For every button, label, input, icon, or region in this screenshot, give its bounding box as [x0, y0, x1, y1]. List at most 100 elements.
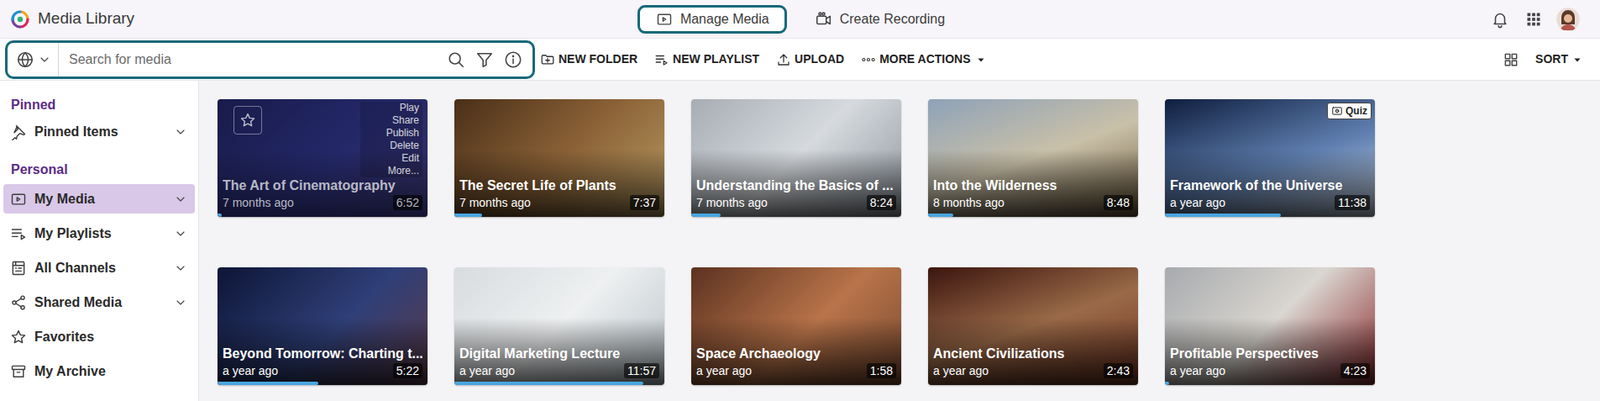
media-card[interactable]: Digital Marketing Lecturea year ago11:57 [454, 267, 665, 385]
media-title[interactable]: Beyond Tomorrow: Charting t... [222, 345, 423, 362]
sidebar-row: Pinned Items [0, 114, 199, 149]
progress-track [217, 213, 428, 217]
quiz-icon [1331, 104, 1343, 117]
media-title[interactable]: Space Archaeology [696, 345, 897, 362]
toolbar: NEW FOLDER NEW PLAYLIST UPLOAD MORE ACTIONS… [0, 38, 1600, 81]
star-icon[interactable] [233, 105, 263, 135]
action-label[interactable]: NEW PLAYLIST [672, 50, 760, 69]
sidebar-row: Shared Media [0, 284, 199, 320]
sidebar-label[interactable]: Shared Media [34, 292, 166, 313]
progress-fill [217, 381, 319, 385]
sidebar-item[interactable]: My Media [3, 183, 195, 214]
progress-fill [217, 213, 222, 217]
avatar-icon[interactable] [1556, 7, 1580, 32]
search-scope[interactable] [7, 42, 59, 77]
archive-icon [10, 362, 27, 380]
progress-fill [454, 381, 644, 385]
action-button[interactable]: MORE ACTIONS [860, 50, 985, 69]
sidebar-row: All Channels [0, 250, 199, 285]
action-button[interactable]: NEW FOLDER [540, 50, 638, 69]
playlist-icon [654, 52, 670, 68]
progress-track [454, 213, 665, 217]
progress-track [454, 381, 665, 385]
sidebar-item[interactable]: My Playlists [3, 218, 195, 248]
nav-tab-label[interactable]: Manage Media [680, 9, 770, 30]
media-card[interactable]: Beyond Tomorrow: Charting t...a year ago… [217, 267, 428, 385]
info-icon[interactable] [502, 48, 525, 71]
media-card[interactable]: Space Archaeologya year ago1:58 [691, 267, 902, 385]
chevron-down-icon[interactable] [173, 225, 189, 242]
media-card[interactable]: Into the Wilderness8 months ago8:48 [928, 99, 1139, 217]
star-icon [10, 328, 27, 346]
chevron-down-icon[interactable] [173, 260, 189, 276]
sidebar-item[interactable]: Shared Media [3, 287, 195, 317]
media-age: a year ago [222, 362, 279, 378]
media-title[interactable]: Understanding the Basics of ... [696, 177, 897, 195]
media-icon [10, 190, 27, 208]
upload-icon [776, 52, 792, 68]
sort-button[interactable]: SORT [1535, 50, 1582, 69]
chevron-down-icon[interactable] [173, 294, 189, 310]
search-input[interactable] [58, 42, 446, 77]
media-title[interactable]: The Secret Life of Plants [459, 177, 660, 195]
action-button[interactable]: NEW PLAYLIST [654, 50, 760, 69]
media-title[interactable]: The Art of Cinematography [222, 177, 423, 195]
filter-icon[interactable] [473, 48, 496, 71]
logo-icon[interactable] [10, 9, 31, 30]
action-label[interactable]: MORE ACTIONS [879, 50, 971, 69]
progress-fill [1164, 381, 1170, 385]
sidebar-row: Favorites [0, 319, 199, 354]
search-icon[interactable] [445, 48, 467, 71]
grid-view-icon[interactable] [1501, 50, 1521, 69]
media-card[interactable]: The Art of Cinematography7 months ago 6:5… [217, 99, 428, 217]
menu-item[interactable]: Share [392, 114, 420, 127]
nav-tab-label[interactable]: Create Recording [839, 9, 945, 30]
action-button[interactable]: UPLOAD [776, 50, 845, 69]
media-title[interactable]: Digital Marketing Lecture [459, 345, 660, 362]
sidebar-label[interactable]: My Media [34, 188, 166, 210]
sidebar-item[interactable]: All Channels [3, 252, 195, 283]
menu-item[interactable]: Play [399, 101, 420, 115]
sidebar-item[interactable]: My Archive [3, 356, 195, 386]
progress-track [217, 381, 428, 385]
sidebar-label[interactable]: My Archive [34, 361, 189, 382]
media-card[interactable]: The Secret Life of Plants7 months ago7:3… [454, 99, 665, 217]
sidebar-label[interactable]: Pinned Items [34, 121, 166, 142]
sidebar-label[interactable]: My Playlists [34, 223, 166, 244]
chevron-down-icon[interactable] [173, 191, 189, 207]
chevron-down-icon[interactable] [173, 124, 189, 140]
media-title[interactable]: Ancient Civilizations [933, 345, 1134, 362]
media-title[interactable]: Framework of the Universe [1169, 177, 1370, 195]
media-title[interactable]: Profitable Perspectives [1169, 345, 1370, 362]
nav-tab[interactable]: Create Recording [797, 5, 963, 34]
media-age: 7 months ago [222, 194, 294, 210]
menu-item[interactable]: Delete [389, 139, 420, 153]
menu-item[interactable]: Edit [401, 152, 420, 165]
sort-label[interactable]: SORT [1535, 50, 1569, 69]
progress-track [691, 213, 902, 217]
action-label[interactable]: UPLOAD [794, 50, 845, 69]
media-title[interactable]: Into the Wilderness [933, 177, 1134, 195]
nav-tab[interactable]: Manage Media [637, 5, 787, 34]
sidebar-label[interactable]: All Channels [34, 257, 166, 279]
media-card[interactable]: Profitable Perspectivesa year ago4:23 [1164, 267, 1375, 385]
sidebar-item[interactable]: Favorites [3, 321, 195, 352]
sidebar-heading: Pinned [0, 95, 199, 115]
media-duration: 6:52 [393, 194, 423, 210]
media-grid: The Art of Cinematography7 months ago 6:5… [199, 80, 1600, 401]
progress-fill [454, 213, 483, 217]
media-card[interactable]: Understanding the Basics of ...7 months … [691, 99, 902, 217]
menu-item[interactable]: Publish [386, 126, 420, 140]
quiz-badge: Quiz [1327, 102, 1372, 120]
actions: NEW FOLDER NEW PLAYLIST UPLOAD MORE ACTIONS [540, 50, 986, 69]
playlist-icon [10, 225, 27, 242]
bell-icon[interactable] [1489, 8, 1511, 31]
media-card[interactable]: Framework of the Universea year ago11:38… [1164, 99, 1375, 217]
apps-grid-icon[interactable] [1522, 8, 1545, 31]
media-card[interactable]: Ancient Civilizationsa year ago2:43 [928, 267, 1139, 385]
app-title: Media Library [37, 6, 135, 32]
sidebar-item[interactable]: Pinned Items [3, 116, 195, 147]
menu-item[interactable]: More... [388, 164, 420, 178]
sidebar-label[interactable]: Favorites [34, 326, 189, 347]
action-label[interactable]: NEW FOLDER [558, 50, 638, 69]
